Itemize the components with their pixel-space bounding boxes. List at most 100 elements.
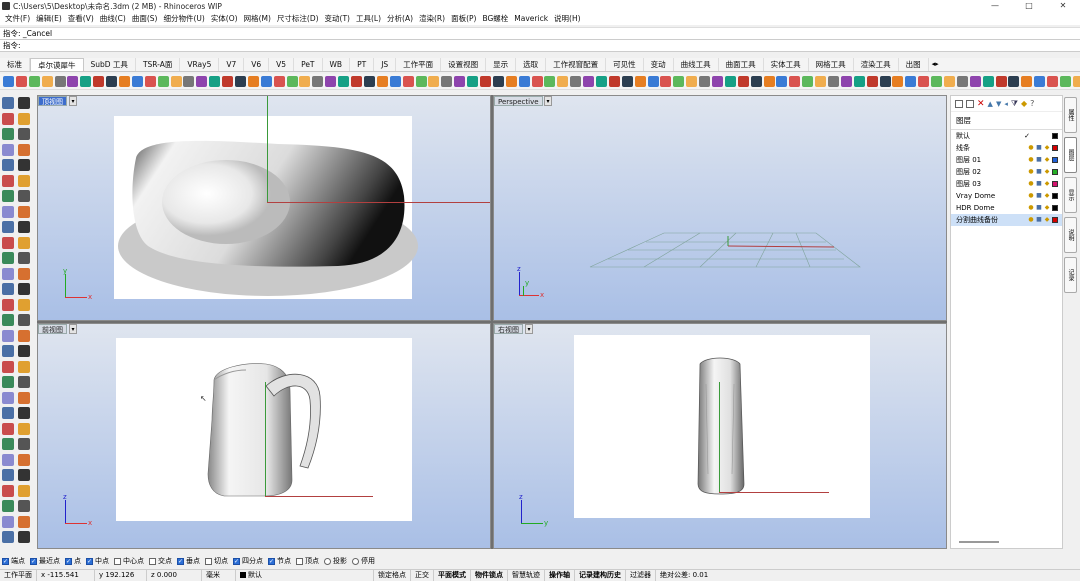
layer-color-swatch[interactable]: [1052, 133, 1058, 139]
revolve-icon[interactable]: [518, 76, 530, 87]
layer-material-icon[interactable]: ◆: [1044, 193, 1050, 199]
hide-icon[interactable]: [995, 76, 1007, 87]
section-icon[interactable]: [853, 76, 865, 87]
import-icon[interactable]: [54, 76, 66, 87]
layer-color-swatch[interactable]: [1052, 205, 1058, 211]
osnap-option[interactable]: ✓ 中点: [86, 556, 109, 566]
layer-row[interactable]: 分割曲线备份 ● ■ ◆: [951, 214, 1062, 226]
rectangle-tool-icon[interactable]: [18, 143, 30, 156]
sphere-icon[interactable]: [557, 76, 569, 87]
layer-row[interactable]: 图层 01 ● ■ ◆: [951, 154, 1062, 166]
save-icon[interactable]: [28, 76, 40, 87]
tab-js[interactable]: JS: [374, 58, 397, 71]
boolean-union-icon[interactable]: [608, 76, 620, 87]
menu-render[interactable]: 渲染(R): [416, 13, 448, 24]
fillet-icon[interactable]: [634, 76, 646, 87]
layer-visibility-icon[interactable]: ●: [1028, 169, 1034, 175]
layer-lock-icon[interactable]: ■: [1036, 181, 1042, 187]
project-icon[interactable]: [828, 76, 839, 87]
curve-icon[interactable]: [389, 76, 401, 87]
lock-tool-icon[interactable]: [2, 422, 14, 435]
dimension-icon[interactable]: [944, 76, 956, 87]
shell-tool-icon[interactable]: [18, 252, 30, 264]
tab-v6[interactable]: V6: [244, 58, 270, 71]
redo-icon[interactable]: [131, 76, 143, 87]
delete-layer-icon[interactable]: ✕: [977, 99, 985, 108]
tab-set-view[interactable]: 设置视图: [441, 58, 487, 71]
text-tool-icon[interactable]: [18, 376, 30, 388]
tab-mesh-tools[interactable]: 网格工具: [809, 58, 854, 71]
light-icon[interactable]: [260, 76, 272, 87]
draft-icon[interactable]: [931, 76, 943, 87]
layer-color-swatch[interactable]: [1052, 217, 1058, 223]
side-tab-properties[interactable]: 属性: [1064, 97, 1077, 133]
tab-solid-tools[interactable]: 实体工具: [764, 58, 809, 71]
line-tool-icon[interactable]: [2, 515, 14, 528]
tab-drafting[interactable]: 出图: [899, 58, 929, 71]
ortho-icon[interactable]: [299, 76, 311, 87]
viewport-perspective[interactable]: Perspective ▾ z y x: [493, 95, 947, 321]
cylinder-tool-icon[interactable]: [2, 236, 14, 249]
zebra-icon[interactable]: [905, 76, 917, 87]
snap-icon[interactable]: [286, 76, 298, 87]
tab-select[interactable]: 选取: [516, 58, 547, 71]
rotate-object-icon[interactable]: [789, 76, 801, 87]
chamfer-icon[interactable]: [647, 76, 659, 87]
panel-scrollbar[interactable]: [959, 541, 999, 543]
circle-icon[interactable]: [402, 76, 414, 87]
curve-tool-icon[interactable]: [2, 128, 14, 140]
fillet-tool-icon[interactable]: [2, 252, 14, 264]
menu-analyze[interactable]: 分析(A): [384, 13, 416, 24]
undo-icon[interactable]: [119, 76, 131, 87]
maximize-button[interactable]: □: [1012, 0, 1046, 12]
render-icon[interactable]: [235, 76, 247, 87]
viewport-right-label[interactable]: 右视图: [494, 324, 523, 334]
move-down-icon[interactable]: ▼: [996, 100, 1001, 108]
align-icon[interactable]: [802, 76, 814, 87]
cone-icon[interactable]: [583, 76, 595, 87]
point-tool-icon[interactable]: [18, 97, 30, 109]
osnap-checkbox[interactable]: [352, 557, 359, 565]
menu-subd[interactable]: 细分物件(U): [160, 13, 207, 24]
view-icon[interactable]: [1060, 76, 1072, 87]
rectangle-icon[interactable]: [441, 76, 453, 87]
layer-visibility-icon[interactable]: ●: [1028, 181, 1034, 187]
analyze-icon[interactable]: [879, 76, 891, 87]
show-icon[interactable]: [1008, 76, 1020, 87]
menu-bg-bolt[interactable]: BG螺栓: [479, 13, 511, 24]
extrude-icon[interactable]: [531, 76, 543, 87]
more-tool-icon[interactable]: [2, 484, 14, 497]
arc-icon[interactable]: [415, 76, 427, 87]
trim-tool-icon[interactable]: [2, 329, 14, 342]
circle-tool-icon[interactable]: [18, 531, 30, 543]
viewport-front-menu-icon[interactable]: ▾: [69, 324, 77, 334]
menu-curve[interactable]: 曲线(C): [97, 13, 129, 24]
offset-tool-icon[interactable]: [2, 360, 14, 373]
join-tool-icon[interactable]: [2, 345, 14, 357]
layer-material-icon[interactable]: ◆: [1044, 145, 1050, 151]
polygon-tool-icon[interactable]: [2, 159, 14, 171]
tab-zhuoer[interactable]: 卓尔谟犀牛: [30, 58, 84, 71]
copy-tool-icon[interactable]: [18, 283, 30, 295]
paste-icon[interactable]: [106, 76, 118, 87]
point-tool-icon[interactable]: [18, 500, 30, 512]
layer-lock-icon[interactable]: ■: [1036, 169, 1042, 175]
osnap-option[interactable]: 切点: [205, 556, 228, 566]
current-layer-check-icon[interactable]: ✓: [1024, 132, 1030, 140]
rotate-tool-icon[interactable]: [2, 298, 14, 311]
viewport-perspective-menu-icon[interactable]: ▾: [544, 96, 552, 106]
status-grid-snap[interactable]: 锁定格点: [374, 570, 411, 581]
tab-render-tools[interactable]: 渲染工具: [854, 58, 899, 71]
osnap-option[interactable]: 停用: [352, 556, 375, 566]
tab-vray5[interactable]: VRay5: [180, 58, 220, 71]
menu-transform[interactable]: 变动(T): [322, 13, 353, 24]
osnap-checkbox[interactable]: ✓: [233, 557, 240, 565]
close-button[interactable]: ✕: [1046, 0, 1080, 12]
move-icon[interactable]: [763, 76, 775, 87]
move-up-icon[interactable]: ▲: [988, 100, 993, 108]
osnap-option[interactable]: 交点: [149, 556, 172, 566]
tab-pt[interactable]: PT: [350, 58, 375, 71]
text-icon[interactable]: [467, 76, 479, 87]
cut-icon[interactable]: [80, 76, 92, 87]
osnap-checkbox[interactable]: [114, 557, 121, 565]
